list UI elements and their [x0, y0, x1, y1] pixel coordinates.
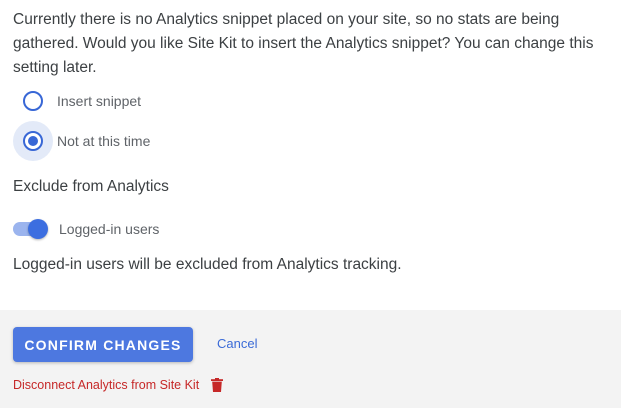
- snippet-intro-text: Currently there is no Analytics snippet …: [13, 11, 594, 76]
- radio-unchecked-icon: [23, 91, 43, 111]
- logged-in-users-label[interactable]: Logged-in users: [59, 221, 159, 237]
- switch-thumb[interactable]: [28, 219, 48, 239]
- settings-panel: Currently there is no Analytics snippet …: [0, 0, 621, 310]
- logged-in-users-switch[interactable]: [13, 217, 49, 241]
- radio-not-at-this-time-label[interactable]: Not at this time: [57, 133, 150, 149]
- radio-insert-snippet-label[interactable]: Insert snippet: [57, 93, 141, 109]
- disconnect-label[interactable]: Disconnect Analytics from Site Kit: [13, 378, 199, 392]
- exclude-heading: Exclude from Analytics: [13, 178, 169, 195]
- radio-not-at-this-time-control[interactable]: [13, 121, 53, 161]
- confirm-changes-button[interactable]: CONFIRM CHANGES: [13, 327, 193, 362]
- radio-dot: [28, 136, 38, 146]
- disconnect-analytics-link[interactable]: Disconnect Analytics from Site Kit: [13, 378, 224, 392]
- radio-not-at-this-time[interactable]: Not at this time: [13, 121, 150, 161]
- logged-in-users-toggle-row[interactable]: Logged-in users: [13, 217, 159, 241]
- exclude-note: Logged-in users will be excluded from An…: [13, 256, 402, 273]
- settings-footer: CONFIRM CHANGES Cancel Disconnect Analyt…: [0, 310, 621, 408]
- radio-insert-snippet-control[interactable]: [13, 81, 53, 121]
- radio-checked-icon: [23, 131, 43, 151]
- trash-icon[interactable]: [211, 378, 224, 392]
- radio-insert-snippet[interactable]: Insert snippet: [13, 81, 141, 121]
- cancel-link[interactable]: Cancel: [217, 336, 257, 351]
